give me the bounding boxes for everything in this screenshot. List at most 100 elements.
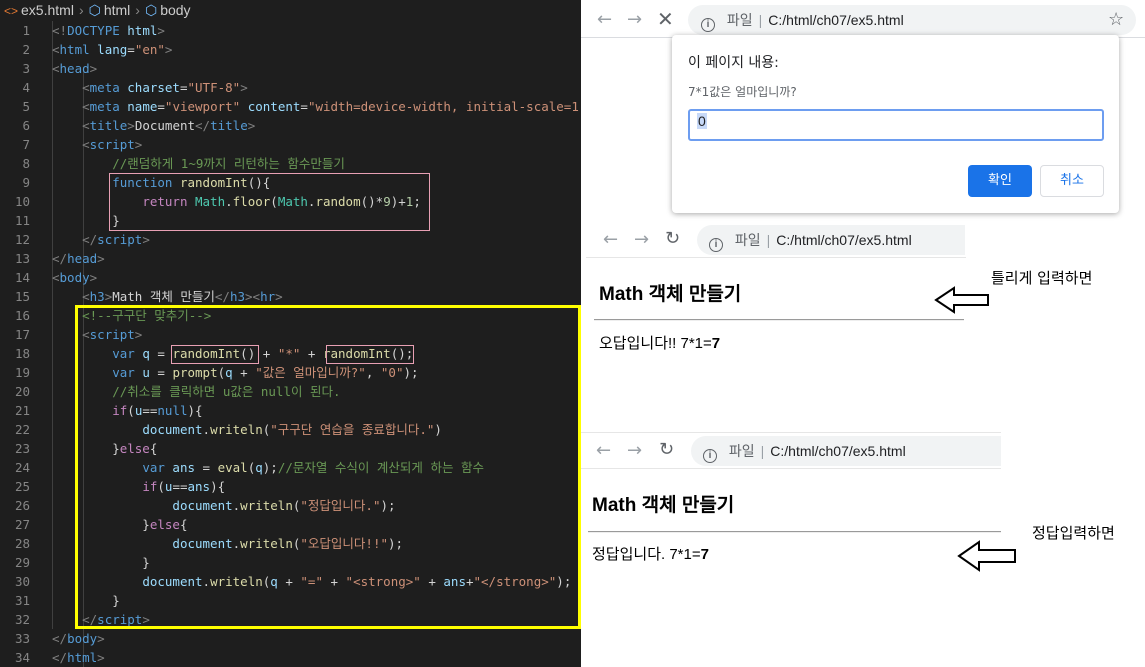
code-token: +: [277, 574, 301, 589]
code-token: (: [157, 479, 165, 494]
code-token: <: [82, 327, 90, 342]
code-line[interactable]: 27 }else{: [0, 515, 581, 534]
code-token: <: [82, 289, 90, 304]
code-line[interactable]: 29 }: [0, 553, 581, 572]
breadcrumb-body[interactable]: body: [160, 2, 190, 18]
code-text: </script>: [52, 230, 150, 249]
bookmark-star-icon[interactable]: ☆: [1108, 10, 1124, 30]
code-line[interactable]: 12 </script>: [0, 230, 581, 249]
code-line[interactable]: 22 document.writeln("구구단 연습을 종료합니다."): [0, 420, 581, 439]
code-line[interactable]: 3 <head>: [0, 59, 581, 78]
left-arrow-icon: [957, 540, 1016, 572]
code-line[interactable]: 7 <script>: [0, 135, 581, 154]
code-token: writeln: [210, 422, 263, 437]
code-token: script: [97, 612, 143, 627]
url-text: C:/html/ch07/ex5.html: [770, 443, 906, 459]
code-token: >: [245, 289, 253, 304]
code-text: document.writeln(q + "=" + "<strong>" + …: [52, 572, 571, 591]
code-line[interactable]: 33 </body>: [0, 629, 581, 648]
code-text: return Math.floor(Math.random()*9)+1;: [52, 192, 421, 211]
address-bar[interactable]: i 파일 | C:/html/ch07/ex5.html: [691, 436, 1001, 466]
info-icon[interactable]: i: [701, 18, 715, 32]
code-text: function randomInt(){: [52, 173, 270, 192]
code-token: html: [127, 23, 158, 38]
code-token: DOCTYPE: [67, 23, 128, 38]
address-bar[interactable]: i 파일 | C:/html/ch07/ex5.html: [697, 225, 965, 255]
code-line[interactable]: 23 }else{: [0, 439, 581, 458]
cancel-button[interactable]: 취소: [1040, 165, 1104, 197]
line-number: 8: [22, 156, 30, 171]
code-line[interactable]: 26 document.writeln("정답입니다.");: [0, 496, 581, 515]
html-file-icon: <>: [4, 4, 19, 18]
code-line[interactable]: 2 <html lang="en">: [0, 40, 581, 59]
code-line[interactable]: 9 function randomInt(){: [0, 173, 581, 192]
address-bar[interactable]: i 파일 | C:/html/ch07/ex5.html: [688, 5, 1136, 35]
reload-icon[interactable]: ↻: [665, 229, 680, 249]
result-text: 정답입니다. 7*1=7: [592, 546, 709, 563]
code-token: writeln: [240, 498, 293, 513]
code-line[interactable]: 5 <meta name="viewport" content="width=d…: [0, 97, 581, 116]
code-line[interactable]: 30 document.writeln(q + "=" + "<strong>"…: [0, 572, 581, 591]
code-line[interactable]: 13 </head>: [0, 249, 581, 268]
page-heading: Math 객체 만들기: [592, 495, 735, 516]
code-line[interactable]: 32 </script>: [0, 610, 581, 629]
breadcrumb-html[interactable]: html: [104, 2, 130, 18]
back-arrow-icon[interactable]: ←: [597, 10, 612, 30]
forward-arrow-icon[interactable]: →: [627, 10, 642, 30]
code-token: Document: [134, 118, 196, 133]
code-line[interactable]: 15 <h3>Math 객체 만들기</h3><hr>: [0, 287, 581, 306]
code-lines[interactable]: 1 <!DOCTYPE html> 2 <html lang="en"> 3 <head>…: [0, 21, 581, 667]
code-line[interactable]: 4 <meta charset="UTF-8">: [0, 78, 581, 97]
chevron-right-icon: ›: [78, 2, 84, 18]
code-line[interactable]: 14 <body>: [0, 268, 581, 287]
code-token: Math: [277, 194, 308, 209]
code-line[interactable]: 1 <!DOCTYPE html>: [0, 21, 581, 40]
code-line[interactable]: 31 }: [0, 591, 581, 610]
code-line[interactable]: 10 return Math.floor(Math.random()*9)+1;: [0, 192, 581, 211]
prompt-input[interactable]: 0: [688, 109, 1104, 141]
forward-arrow-icon[interactable]: →: [634, 230, 649, 250]
info-icon[interactable]: i: [703, 449, 717, 463]
stop-loading-icon[interactable]: ✕: [657, 9, 674, 29]
code-token: <: [52, 270, 60, 285]
code-token: randomInt: [322, 346, 391, 361]
code-token: html: [59, 42, 90, 57]
code-token: Math 객체 만들기: [112, 289, 215, 304]
code-token: {: [179, 517, 188, 532]
code-token: "UTF-8": [187, 80, 241, 95]
back-arrow-icon[interactable]: ←: [596, 441, 611, 461]
info-icon[interactable]: i: [709, 238, 723, 252]
code-line[interactable]: 28 document.writeln("오답입니다!!");: [0, 534, 581, 553]
code-token: function: [112, 175, 173, 190]
code-line[interactable]: 18 var q = randomInt() + "*" + randomInt…: [0, 344, 581, 363]
page-heading: Math 객체 만들기: [599, 284, 742, 305]
back-arrow-icon[interactable]: ←: [603, 230, 618, 250]
code-line[interactable]: 24 var ans = eval(q);//문자열 수식이 계산되게 하는 함…: [0, 458, 581, 477]
forward-arrow-icon[interactable]: →: [627, 441, 642, 461]
line-number: 4: [22, 80, 30, 95]
ok-button[interactable]: 확인: [968, 165, 1032, 197]
code-line[interactable]: 34 </html>: [0, 648, 581, 667]
code-line[interactable]: 21 if(u==null){: [0, 401, 581, 420]
code-line[interactable]: 17 <script>: [0, 325, 581, 344]
reload-icon[interactable]: ↻: [659, 440, 674, 460]
code-line[interactable]: 16 <!--구구단 맞추기-->: [0, 306, 581, 325]
breadcrumb-file[interactable]: ex5.html: [21, 2, 74, 18]
code-line[interactable]: 19 var u = prompt(q + "값은 얼마입니까?", "0");: [0, 363, 581, 382]
code-token: "오답입니다!!": [300, 536, 388, 551]
code-line[interactable]: 8 //랜덤하게 1~9까지 리턴하는 함수만들기: [0, 154, 581, 173]
code-line[interactable]: 11 }: [0, 211, 581, 230]
code-token: ): [434, 422, 442, 437]
code-line[interactable]: 25 if(u==ans){: [0, 477, 581, 496]
url-text: C:/html/ch07/ex5.html: [776, 232, 912, 248]
code-token: script: [89, 137, 135, 152]
code-token: document: [142, 574, 203, 589]
code-line[interactable]: 6 <title>Document</title>: [0, 116, 581, 135]
code-token: html: [67, 650, 98, 665]
code-line[interactable]: 20 //취소를 클릭하면 u값은 null이 된다.: [0, 382, 581, 401]
code-token: "정답입니다.": [300, 498, 381, 513]
line-number: 25: [14, 479, 30, 494]
code-text: if(u==ans){: [52, 477, 225, 496]
